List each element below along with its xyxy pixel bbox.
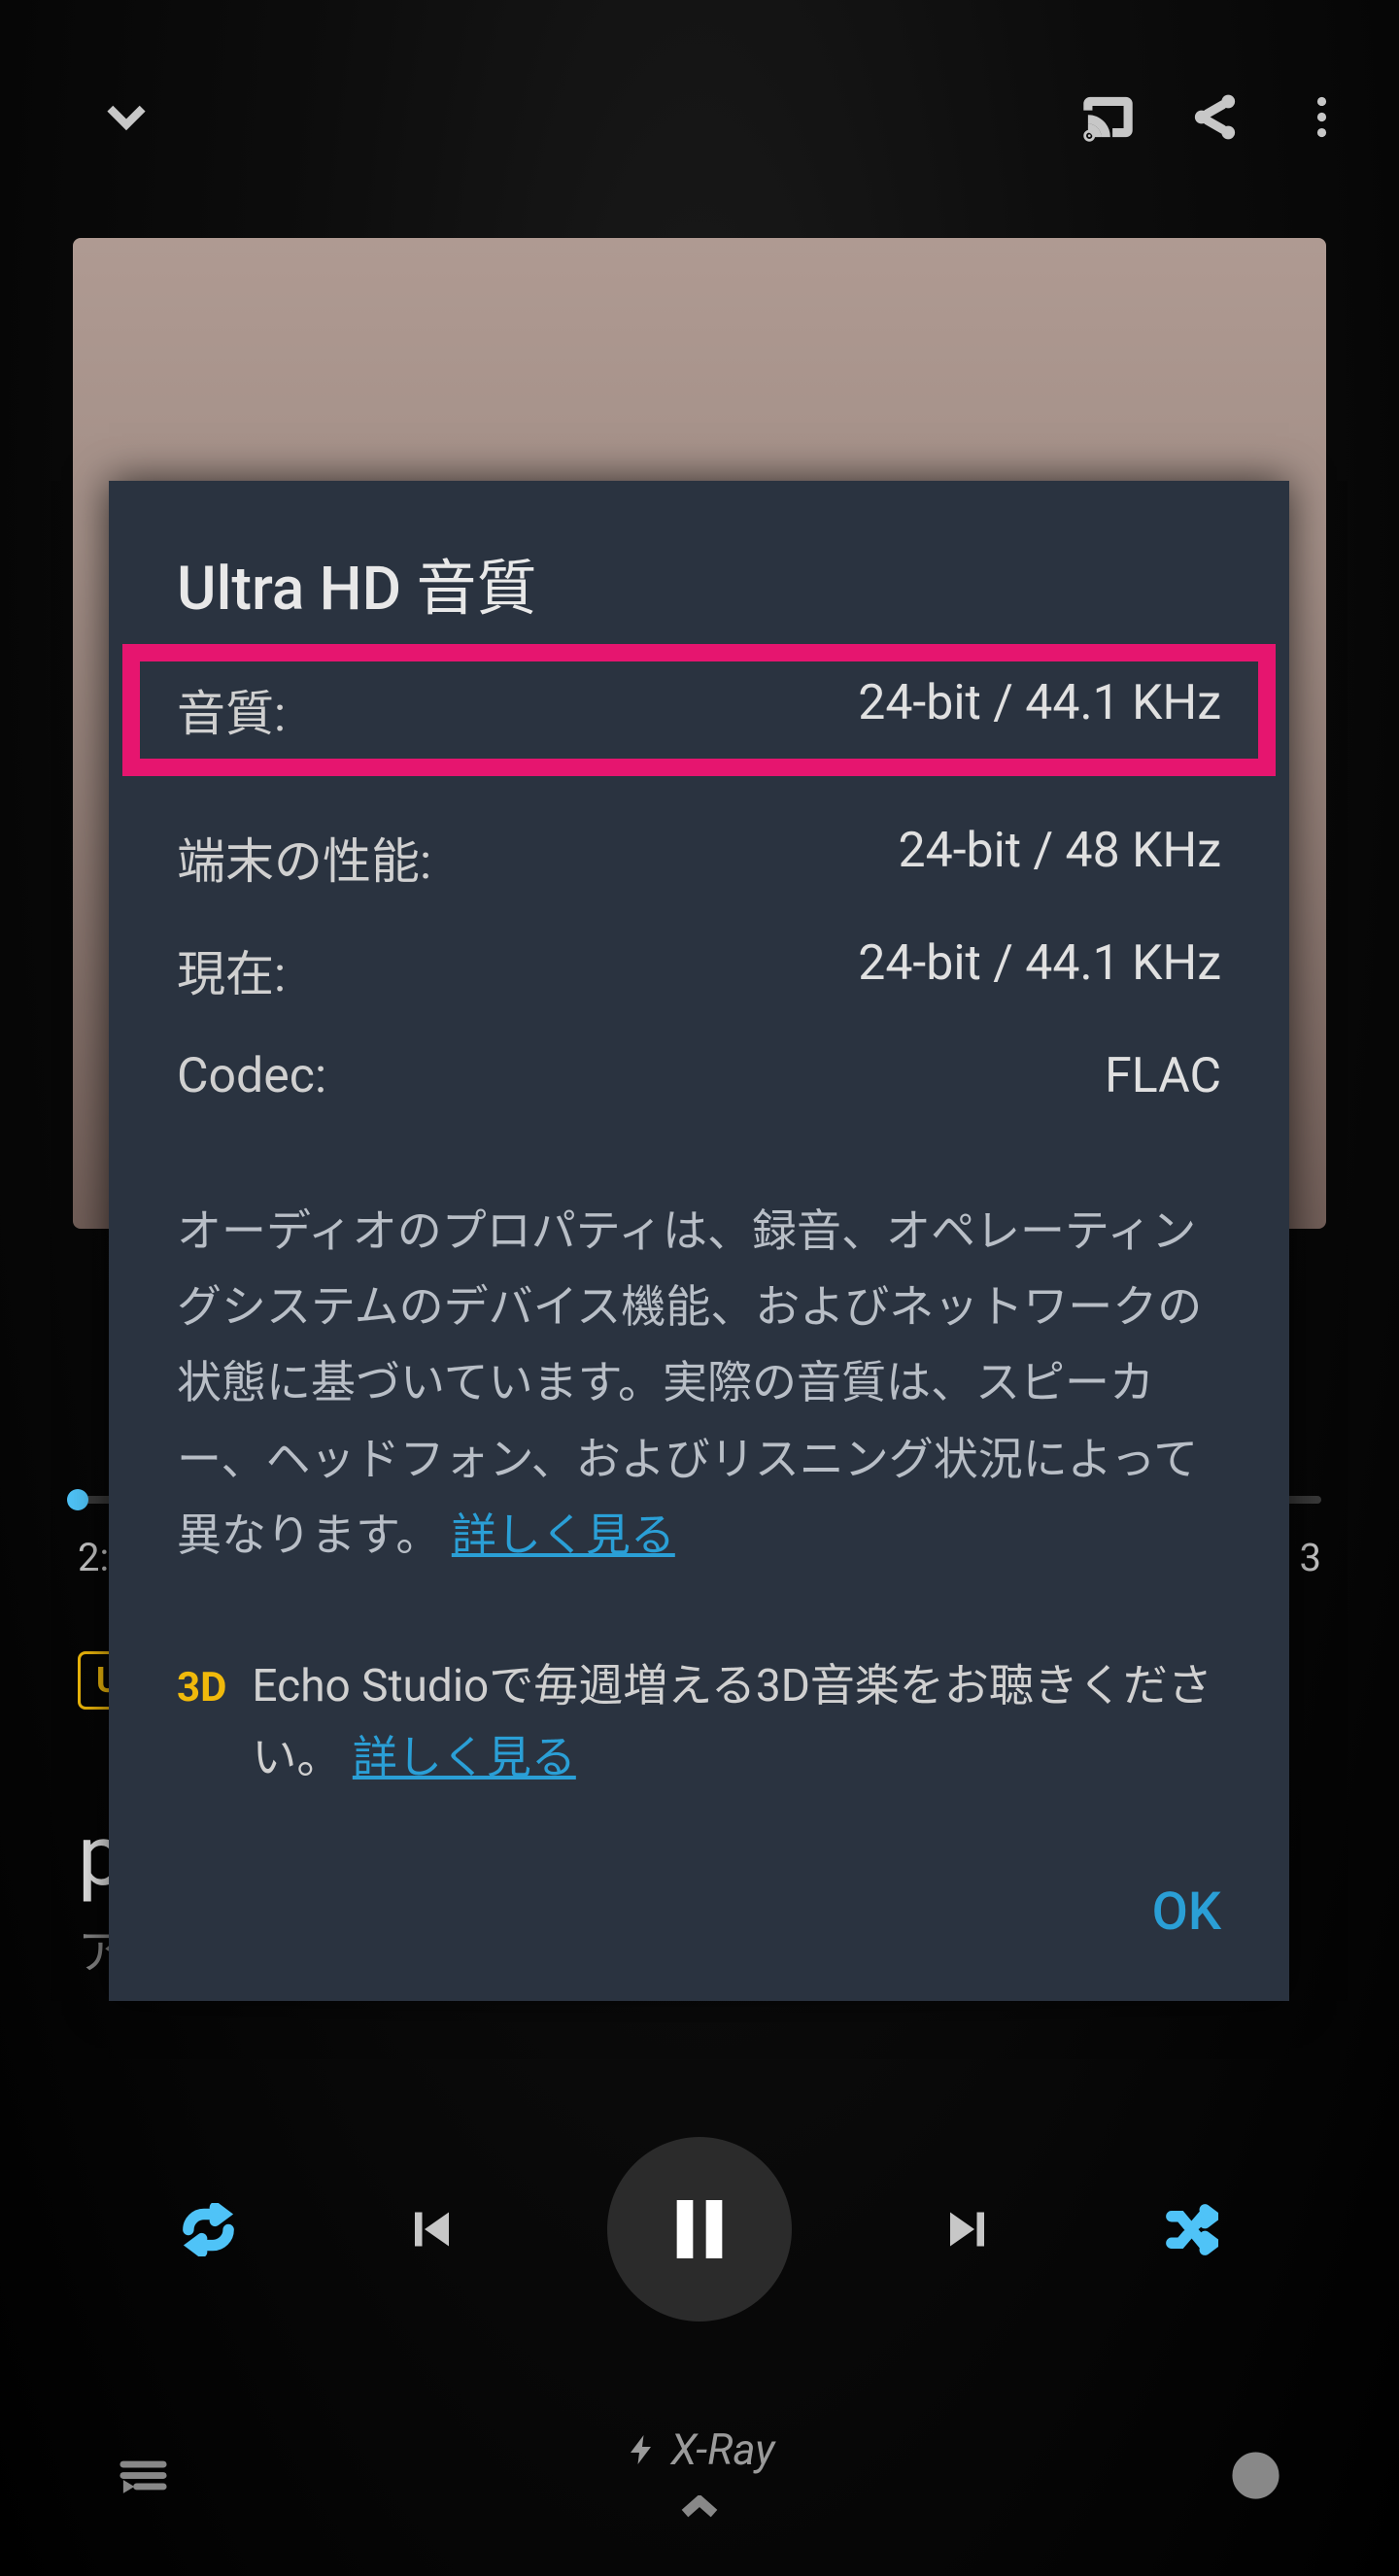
- dialog-title: Ultra HD 音質: [177, 539, 1221, 627]
- more-menu-icon[interactable]: [1292, 87, 1350, 146]
- row-label: 音質:: [177, 675, 286, 745]
- app-bar: [0, 58, 1399, 175]
- remaining-time: 3: [1300, 1535, 1321, 1580]
- elapsed-time: 2:: [78, 1535, 109, 1580]
- dialog-description: オーディオのプロパティは、録音、オペレーティングシステムのデバイス機能、およびネ…: [177, 1194, 1221, 1574]
- row-label: Codec:: [177, 1048, 326, 1104]
- row-label: 端末の性能:: [177, 823, 431, 893]
- desc-text: オーディオのプロパティは、録音、オペレーティングシステムのデバイス機能、およびネ…: [177, 1205, 1202, 1562]
- previous-button[interactable]: [386, 2186, 473, 2273]
- 3d-badge: 3D: [177, 1651, 226, 1725]
- collapse-button[interactable]: [97, 87, 155, 146]
- bottom-bar: X-Ray: [0, 2409, 1399, 2545]
- row-value: 24-bit / 44.1 KHz: [858, 675, 1221, 745]
- xray-button[interactable]: X-Ray: [625, 2424, 775, 2529]
- chevron-up-icon: [680, 2479, 719, 2529]
- shuffle-button[interactable]: [1147, 2186, 1235, 2273]
- row-value: 24-bit / 48 KHz: [899, 823, 1222, 893]
- pause-button[interactable]: [607, 2137, 792, 2322]
- queue-icon[interactable]: [117, 2449, 170, 2506]
- transport-controls: [0, 2137, 1399, 2322]
- cast-icon[interactable]: [1078, 87, 1137, 146]
- dialog-row: Codec: FLAC: [177, 1027, 1221, 1126]
- alexa-icon[interactable]: [1229, 2449, 1282, 2506]
- row-value: 24-bit / 44.1 KHz: [858, 935, 1221, 1005]
- dialog-row: 現在: 24-bit / 44.1 KHz: [177, 914, 1221, 1027]
- audio-quality-dialog: Ultra HD 音質 音質: 24-bit / 44.1 KHz 端末の性能:…: [109, 481, 1289, 2001]
- share-icon[interactable]: [1185, 87, 1244, 146]
- row-value: FLAC: [1105, 1048, 1221, 1104]
- row-label: 現在:: [177, 935, 286, 1005]
- promo-learn-more-link[interactable]: 詳しく見る: [353, 1732, 576, 1784]
- dialog-row: 端末の性能: 24-bit / 48 KHz: [177, 801, 1221, 914]
- ok-button[interactable]: OK: [177, 1881, 1221, 1943]
- highlighted-row: 音質: 24-bit / 44.1 KHz: [122, 644, 1276, 776]
- next-button[interactable]: [926, 2186, 1013, 2273]
- learn-more-link[interactable]: 詳しく見る: [452, 1509, 675, 1562]
- repeat-button[interactable]: [164, 2186, 252, 2273]
- promo-row: 3D Echo Studioで毎週増える3D音楽をお聴きください。 詳しく見る: [177, 1651, 1221, 1794]
- progress-thumb[interactable]: [67, 1489, 88, 1510]
- xray-label: X-Ray: [671, 2424, 775, 2475]
